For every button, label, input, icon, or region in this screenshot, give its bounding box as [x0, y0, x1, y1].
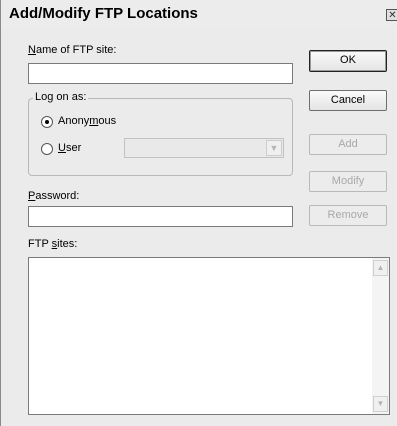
cancel-button[interactable]: Cancel: [309, 90, 387, 111]
logon-group-label: Log on as:: [33, 91, 89, 103]
user-radio-label[interactable]: User: [58, 142, 81, 154]
user-select[interactable]: ▼: [124, 138, 284, 158]
site-name-input[interactable]: [28, 63, 293, 84]
modify-button[interactable]: Modify: [309, 171, 387, 192]
radio-empty-icon[interactable]: [41, 143, 53, 155]
site-name-label: Name of FTP site:: [28, 44, 117, 56]
dialog-title: Add/Modify FTP Locations: [9, 5, 198, 22]
remove-button[interactable]: Remove: [309, 205, 387, 226]
scroll-down-icon[interactable]: ▼: [373, 396, 388, 412]
ftp-sites-label: FTP sites:: [28, 238, 78, 250]
radio-selected-icon[interactable]: [41, 116, 53, 128]
scroll-up-icon[interactable]: ▲: [373, 260, 388, 276]
logon-groupbox: [28, 98, 293, 176]
close-icon[interactable]: ✕: [386, 9, 397, 21]
list-scrollbar[interactable]: ▲ ▼: [372, 258, 389, 414]
add-modify-ftp-dialog: Add/Modify FTP Locations ✕ Name of FTP s…: [0, 0, 397, 426]
anonymous-radio-label[interactable]: Anonymous: [58, 115, 116, 127]
ok-button[interactable]: OK: [309, 50, 387, 72]
chevron-down-icon[interactable]: ▼: [266, 140, 282, 156]
ftp-sites-list[interactable]: ▲ ▼: [28, 257, 390, 415]
password-label: Password:: [28, 190, 80, 202]
add-button[interactable]: Add: [309, 134, 387, 155]
password-input[interactable]: [28, 206, 293, 227]
title-bar[interactable]: Add/Modify FTP Locations ✕: [1, 0, 397, 27]
